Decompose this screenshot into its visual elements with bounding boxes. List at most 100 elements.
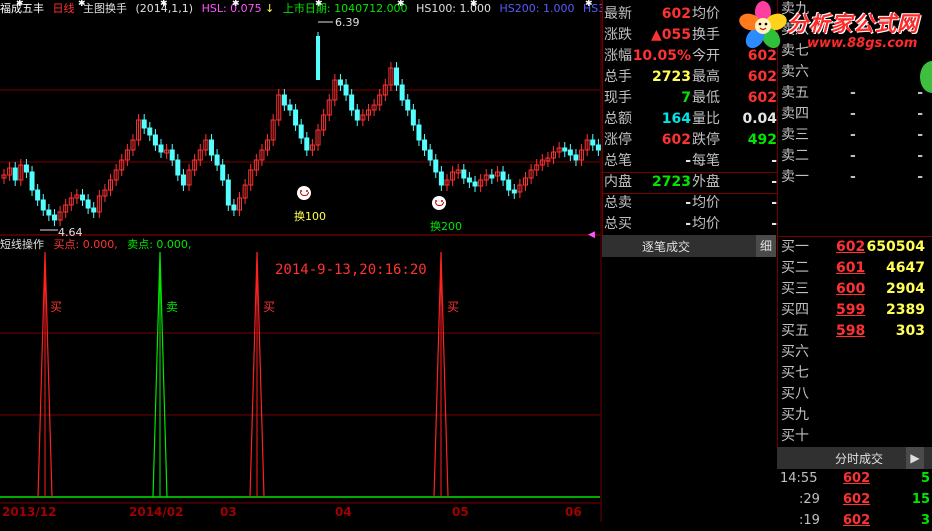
kline-chart-area[interactable]: 福成五丰 日线 主图换手 (2014,1,1) HSL: 0.075 ↓ 上市日…: [0, 0, 610, 522]
time-sales-row[interactable]: 14:55 602 5: [777, 468, 932, 489]
candle-body: [35, 189, 41, 201]
candle-body: [180, 174, 186, 186]
candle-body: [506, 179, 512, 191]
trade-time: :19: [799, 513, 820, 528]
quote-label: 量比: [692, 111, 720, 127]
candle-body: [489, 174, 495, 179]
time-sales-tab[interactable]: 分时成交 ▶: [777, 447, 932, 469]
bid-level-row[interactable]: 买七: [778, 363, 932, 384]
quote-value: ▲055: [651, 27, 691, 43]
x-axis-label: 04: [335, 505, 352, 519]
bid-level-row[interactable]: 买四 599 2389: [778, 300, 932, 321]
signal-label: 买: [263, 300, 276, 314]
smiley-icon: [432, 196, 446, 210]
x-axis-label: 06: [565, 505, 582, 519]
order-book-panel: 卖十卖九卖八卖七卖六卖五--卖四--卖三--卖二--卖一--买一60265050…: [777, 0, 932, 447]
candle-body: [141, 119, 147, 129]
x-axis-label: 2013/12: [2, 505, 57, 519]
candle-body: [461, 169, 467, 179]
level-label: 卖一: [781, 169, 809, 185]
ask-level-row[interactable]: 卖五 - -: [778, 83, 932, 104]
quote-value: 602: [661, 132, 691, 148]
candle-body: [175, 159, 181, 176]
turnover-marker-label: 换200: [430, 220, 462, 233]
ask-level-row[interactable]: 卖六: [778, 62, 932, 83]
sub-chart-title[interactable]: 短线操作: [0, 238, 44, 251]
watermark-text: 分析家公式网: [787, 12, 919, 36]
candle-body: [595, 144, 601, 151]
trade-volume: 3: [920, 513, 930, 528]
tick-by-tick-tab[interactable]: 逐笔成交 细: [602, 235, 776, 257]
quote-value: -: [685, 153, 691, 169]
candle-body: [85, 199, 91, 209]
expand-arrow-icon[interactable]: ▶: [906, 447, 924, 469]
star-marker: ✱: [232, 0, 240, 9]
candle-body: [573, 154, 579, 161]
scroll-arrow-icon[interactable]: ◀: [588, 230, 595, 240]
candle-body: [51, 214, 57, 221]
period-label[interactable]: 日线: [53, 2, 75, 15]
level-volume: -: [917, 127, 923, 143]
trade-volume: 5: [920, 471, 930, 486]
candle-body: [298, 124, 304, 139]
candle-body: [466, 177, 472, 183]
star-marker: ✱: [160, 0, 168, 9]
candle-body: [316, 36, 320, 80]
indicator-name[interactable]: 主图换手: [83, 2, 127, 15]
ask-level-row[interactable]: 卖二 - -: [778, 146, 932, 167]
star-marker: ✱: [16, 0, 24, 9]
quote-value: 7: [681, 90, 691, 106]
bid-level-row[interactable]: 买八: [778, 384, 932, 405]
smiley-icon: [297, 186, 311, 200]
quote-value: 602: [747, 90, 777, 106]
bid-level-row[interactable]: 买六: [778, 342, 932, 363]
ask-level-row[interactable]: 卖三 - -: [778, 125, 932, 146]
bid-level-row[interactable]: 买五 598 303: [778, 321, 932, 342]
level-label: 买六: [781, 344, 809, 360]
quote-value: 602: [747, 69, 777, 85]
level-price: 600: [836, 281, 866, 297]
buy-point-value: 买点: 0.000,: [53, 238, 118, 251]
quote-label: 均价: [692, 6, 720, 22]
quote-value: -: [685, 195, 691, 211]
level-label: 卖二: [781, 148, 809, 164]
quote-value: -: [685, 216, 691, 232]
timestamp-label: 2014-9-13,20:16:20: [275, 262, 427, 278]
bid-level-row[interactable]: 买二 601 4647: [778, 258, 932, 279]
quote-label: 外盘: [692, 174, 720, 190]
time-sales-label[interactable]: 分时成交: [835, 450, 883, 467]
candle-body: [80, 194, 86, 201]
time-sales-row[interactable]: :29 602 15: [777, 489, 932, 510]
level-label: 买十: [781, 428, 809, 444]
bid-level-row[interactable]: 买一 602 650504: [778, 237, 932, 258]
level-price: 599: [836, 302, 866, 318]
quote-label: 总额: [604, 111, 632, 127]
tick-by-tick-label[interactable]: 逐笔成交: [642, 238, 690, 255]
level-volume: 650504: [866, 239, 925, 255]
kline-chart-svg[interactable]: [0, 0, 602, 522]
trade-price: 602: [843, 471, 871, 486]
high-price-label: 6.39: [335, 16, 360, 29]
level-price: -: [850, 148, 856, 164]
quote-row: 内盘 2723 外盘 -: [603, 172, 777, 193]
ask-level-row[interactable]: 卖四 - -: [778, 104, 932, 125]
ask-level-row[interactable]: 卖一 - -: [778, 167, 932, 188]
candle-body: [511, 189, 517, 194]
candle-body: [220, 164, 226, 181]
quote-label: 涨跌: [604, 27, 632, 43]
time-sales-row[interactable]: :19 602 3: [777, 510, 932, 531]
signal-label: 买: [447, 300, 460, 314]
x-axis-label: 2014/02: [129, 505, 184, 519]
star-marker: ✱: [470, 0, 478, 9]
candle-body: [399, 84, 405, 101]
detail-toggle-button[interactable]: 细: [756, 235, 776, 257]
turnover-marker-label: 换100: [294, 210, 326, 223]
level-label: 买九: [781, 407, 809, 423]
bid-level-row[interactable]: 买十: [778, 426, 932, 447]
quote-row: 总手 2723 最高 602: [603, 67, 777, 88]
bid-level-row[interactable]: 买三 600 2904: [778, 279, 932, 300]
bid-level-row[interactable]: 买九: [778, 405, 932, 426]
star-marker: ✱: [397, 0, 405, 9]
level-label: 买二: [781, 260, 809, 276]
quote-row: 总笔 - 每笔 -: [603, 151, 777, 172]
